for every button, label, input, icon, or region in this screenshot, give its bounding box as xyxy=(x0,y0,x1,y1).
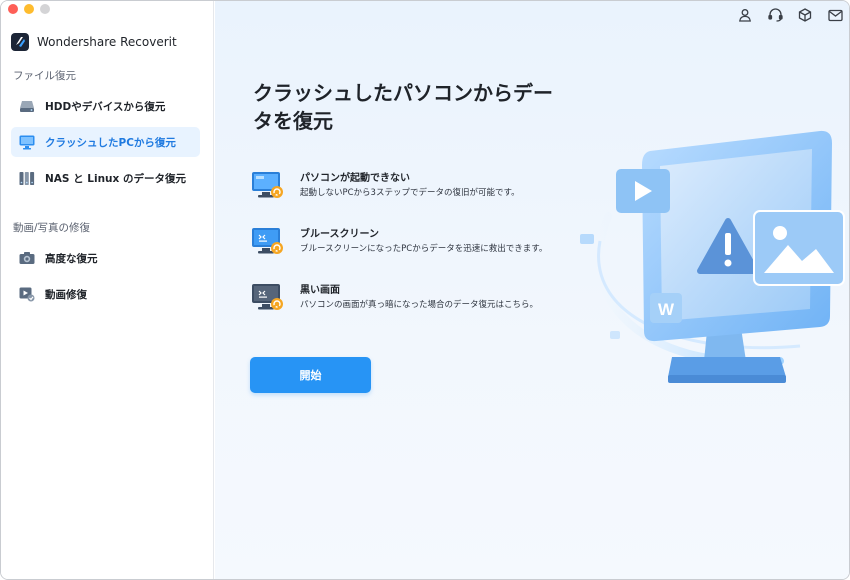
mail-icon[interactable] xyxy=(827,7,843,23)
sidebar: Wondershare Recoverit ファイル復元 HDDやデバイスから復… xyxy=(1,1,214,579)
box-icon[interactable] xyxy=(797,7,813,23)
sidebar-item-video-repair[interactable]: 動画修復 xyxy=(11,279,200,309)
sidebar-item-crashed-pc[interactable]: クラッシュしたPCから復元 xyxy=(11,127,200,157)
sidebar-item-advanced-recovery[interactable]: 高度な復元 xyxy=(11,243,200,273)
svg-text:W: W xyxy=(658,300,675,319)
zoom-window-button[interactable] xyxy=(40,4,50,14)
sidebar-item-label: 高度な復元 xyxy=(45,252,98,265)
hdd-icon xyxy=(19,98,35,114)
video-repair-icon xyxy=(19,286,35,302)
minimize-window-button[interactable] xyxy=(24,4,34,14)
app-name: Wondershare Recoverit xyxy=(37,35,177,49)
recoverit-logo-icon xyxy=(11,33,29,51)
feature-description: 起動しないPCから3ステップでデータの復旧が可能です。 xyxy=(300,188,520,198)
app-brand: Wondershare Recoverit xyxy=(11,33,177,51)
nas-icon xyxy=(19,170,35,186)
feature-title: パソコンが起動できない xyxy=(300,173,410,184)
section-title-file-recovery: ファイル復元 xyxy=(13,70,76,82)
monitor-icon xyxy=(19,134,35,150)
bluescreen-monitor-icon xyxy=(252,228,283,254)
window-controls xyxy=(8,4,50,14)
close-window-button[interactable] xyxy=(8,4,18,14)
start-button[interactable]: 開始 xyxy=(250,357,371,393)
headset-icon[interactable] xyxy=(767,7,783,23)
page-title: クラッシュしたパソコンからデー タを復元 xyxy=(253,81,553,133)
sidebar-item-label: HDDやデバイスから復元 xyxy=(45,100,166,113)
feature-description: パソコンの画面が真っ暗になった場合のデータ復元はこちら。 xyxy=(300,300,539,310)
blackscreen-monitor-icon xyxy=(252,284,283,310)
blue-monitor-icon xyxy=(252,172,283,198)
header-toolbar xyxy=(737,7,843,23)
section-title-video-photo-repair: 動画/写真の修復 xyxy=(13,222,91,234)
sidebar-item-label: クラッシュしたPCから復元 xyxy=(45,136,176,149)
sidebar-item-label: 動画修復 xyxy=(45,288,87,301)
camera-icon xyxy=(19,250,35,266)
sidebar-item-nas-linux[interactable]: NAS と Linux のデータ復元 xyxy=(11,163,200,193)
sidebar-item-hdd-recovery[interactable]: HDDやデバイスから復元 xyxy=(11,91,200,121)
sidebar-item-label: NAS と Linux のデータ復元 xyxy=(45,172,186,185)
feature-description: ブルースクリーンになったPCからデータを迅速に救出できます。 xyxy=(300,244,548,254)
app-window: Wondershare Recoverit ファイル復元 HDDやデバイスから復… xyxy=(0,0,850,580)
main-panel: クラッシュしたパソコンからデー タを復元 パソコンが起動できない 起動しないPC… xyxy=(215,1,849,579)
user-icon[interactable] xyxy=(737,7,753,23)
feature-title: 黒い画面 xyxy=(300,285,340,296)
crashed-monitor-illustration: W xyxy=(580,130,845,383)
feature-title: ブルースクリーン xyxy=(300,229,379,240)
